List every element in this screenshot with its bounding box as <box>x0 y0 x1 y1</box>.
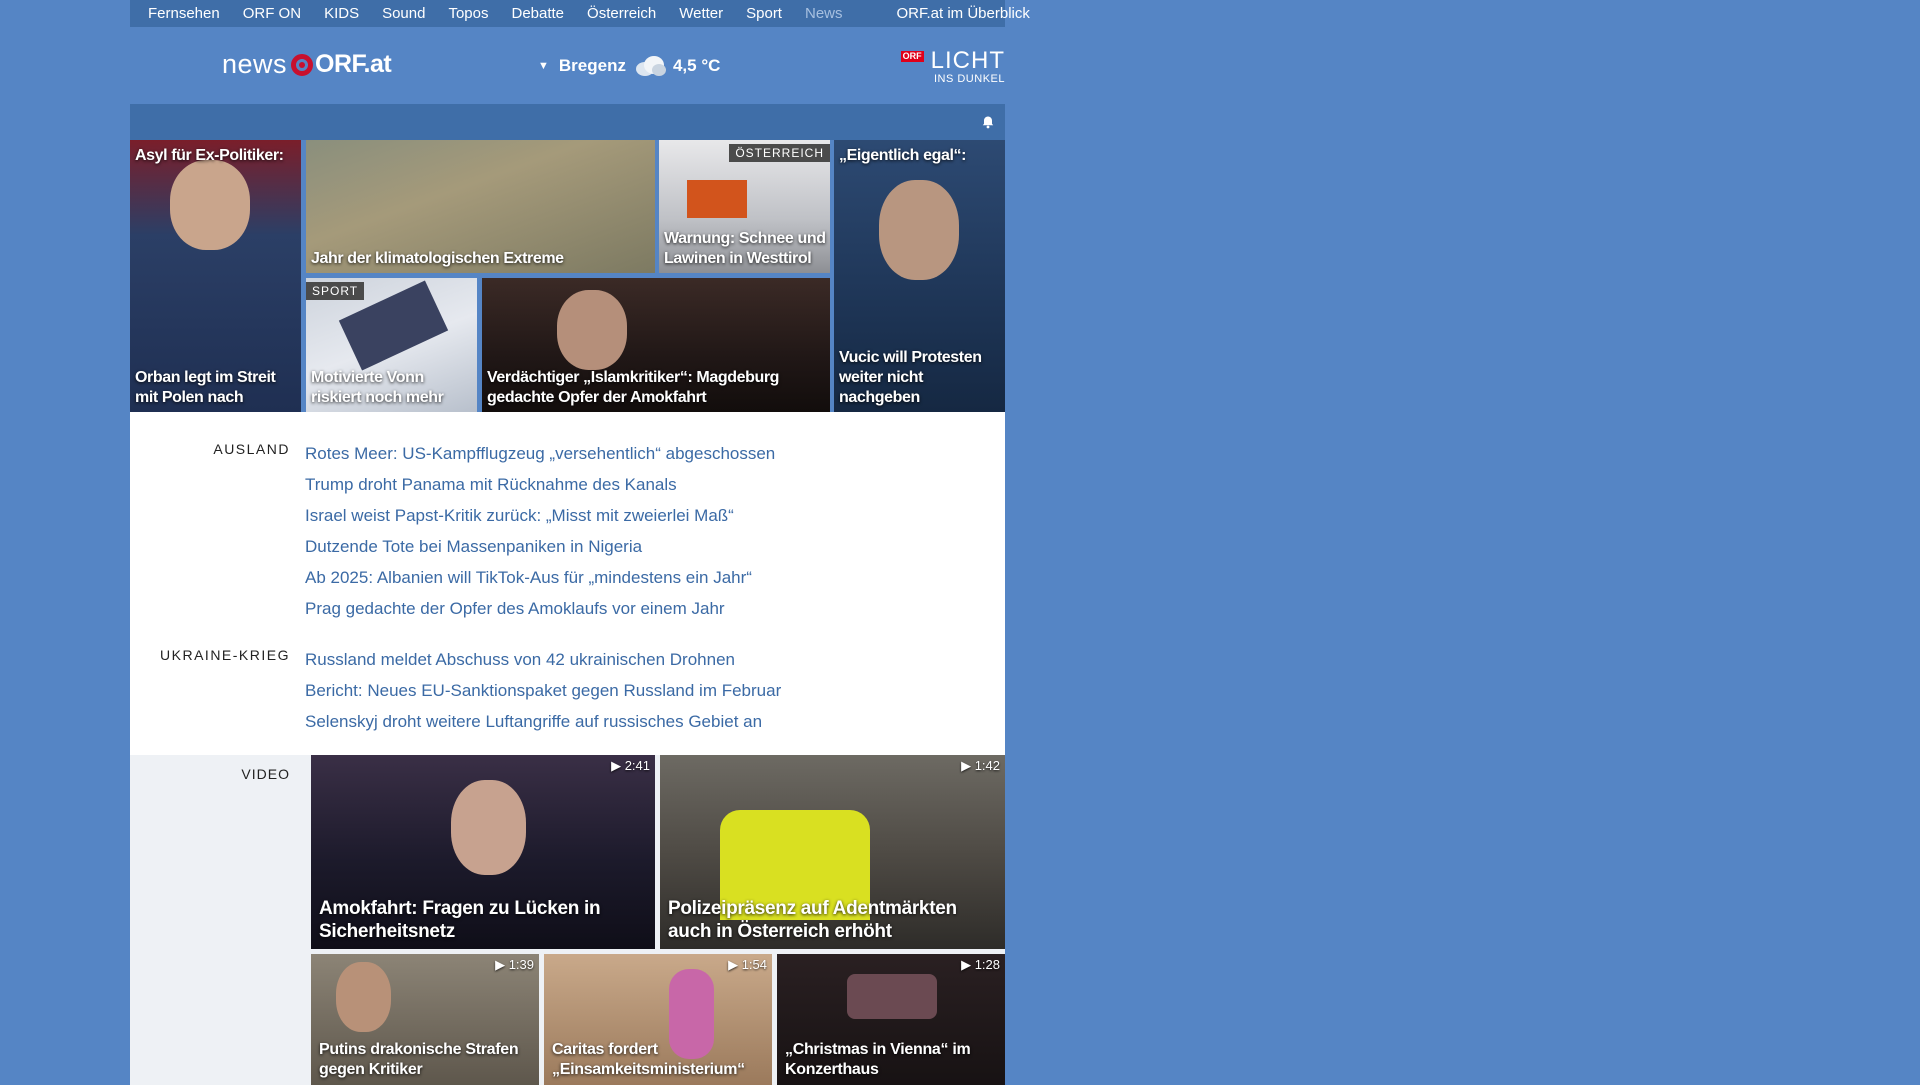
video-tile[interactable]: ▶ 1:42 Polizeipräsenz auf Adentmärkten a… <box>660 755 1005 949</box>
video-tile[interactable]: ▶ 1:28 „Christmas in Vienna“ im Konzerth… <box>777 954 1005 1085</box>
top-navigation: Fernsehen ORF ON KIDS Sound Topos Debatt… <box>130 0 1030 27</box>
section-label: UKRAINE-KRIEG <box>160 647 290 663</box>
section-video: VIDEO ▶ 2:41 Amokfahrt: Fragen zu Lücken… <box>130 755 1005 1085</box>
tile-image <box>687 180 747 218</box>
tile-caption: Orban legt im Streit mit Polen nach <box>135 369 276 406</box>
video-thumbnail <box>451 780 526 875</box>
story-tile-klima[interactable]: Jahr der klimatologischen Extreme <box>306 140 655 273</box>
video-caption: Caritas fordert „Einsamkeitsministerium“ <box>552 1041 745 1078</box>
tile-caption: Motivierte Vonn riskiert noch mehr <box>311 369 444 406</box>
tile-caption: Vucic will Protesten weiter nicht nachge… <box>839 349 982 406</box>
video-tile[interactable]: ▶ 1:54 Caritas fordert „Einsamkeitsminis… <box>544 954 772 1085</box>
duration-text: 1:28 <box>974 957 1000 972</box>
play-icon: ▶ <box>611 758 622 773</box>
video-caption: „Christmas in Vienna“ im Konzerthaus <box>785 1041 971 1078</box>
nav-kids[interactable]: KIDS <box>324 5 359 22</box>
headline-link[interactable]: Selenskyj droht weitere Luftangriffe auf… <box>305 706 781 737</box>
video-caption: Putins drakonische Strafen gegen Kritike… <box>319 1041 519 1078</box>
logo-news-text: news <box>222 49 288 79</box>
cloud-icon <box>635 56 666 76</box>
play-icon: ▶ <box>495 957 506 972</box>
nav-fernsehen[interactable]: Fernsehen <box>148 5 220 22</box>
video-tile[interactable]: ▶ 2:41 Amokfahrt: Fragen zu Lücken in Si… <box>311 755 655 949</box>
weather-widget[interactable]: ▼ Bregenz 4,5 °C <box>538 55 720 77</box>
nav-news[interactable]: News <box>805 5 843 22</box>
tag-sport: SPORT <box>306 282 365 300</box>
tile-image <box>170 160 250 250</box>
tile-kicker: Asyl für Ex-Politiker: <box>135 147 284 164</box>
orf-badge: ORF <box>900 51 924 62</box>
headline-list: Rotes Meer: US-Kampfflugzeug „versehentl… <box>305 438 775 624</box>
nav-sport[interactable]: Sport <box>746 5 782 22</box>
story-tile-vucic[interactable]: „Eigentlich egal“: Vucic will Protesten … <box>834 140 1005 412</box>
tile-image <box>879 180 959 280</box>
ins-dunkel-text: INS DUNKEL <box>933 73 1005 85</box>
nav-topos[interactable]: Topos <box>448 5 488 22</box>
weather-city: Bregenz <box>558 56 626 75</box>
headline-link[interactable]: Dutzende Tote bei Massenpaniken in Niger… <box>305 531 775 562</box>
duration-text: 2:41 <box>624 758 650 773</box>
section-ausland: AUSLAND Rotes Meer: US-Kampfflugzeug „ve… <box>130 438 1005 624</box>
tag-oesterreich: ÖSTERREICH <box>729 144 830 162</box>
video-caption: Polizeipräsenz auf Adentmärkten auch in … <box>668 898 957 942</box>
video-duration: ▶ 2:41 <box>611 758 650 774</box>
headline-link[interactable]: Prag gedachte der Opfer des Amoklaufs vo… <box>305 593 775 624</box>
nav-oesterreich[interactable]: Österreich <box>587 5 656 22</box>
nav-debatte[interactable]: Debatte <box>511 5 564 22</box>
licht-ins-dunkel-logo[interactable]: ORF LICHT INS DUNKEL <box>900 49 1005 85</box>
tile-kicker: „Eigentlich egal“: <box>839 147 967 164</box>
story-tile-schnee[interactable]: ÖSTERREICH Warnung: Schnee und Lawinen i… <box>659 140 830 273</box>
duration-text: 1:54 <box>741 957 767 972</box>
headline-link[interactable]: Russland meldet Abschuss von 42 ukrainis… <box>305 644 781 675</box>
nav-orf-on[interactable]: ORF ON <box>243 5 301 22</box>
orf-eye-icon <box>291 53 314 76</box>
video-tile[interactable]: ▶ 1:39 Putins drakonische Strafen gegen … <box>311 954 539 1085</box>
tile-caption: Verdächtiger „Islamkritiker“: Magdeburg … <box>487 369 780 406</box>
bell-icon[interactable] <box>981 115 995 129</box>
video-duration: ▶ 1:39 <box>495 957 534 973</box>
video-duration: ▶ 1:42 <box>961 758 1000 774</box>
play-icon: ▶ <box>961 957 972 972</box>
headline-link[interactable]: Israel weist Papst-Kritik zurück: „Misst… <box>305 500 775 531</box>
headline-list: Russland meldet Abschuss von 42 ukrainis… <box>305 644 781 737</box>
main-column: Fernsehen ORF ON KIDS Sound Topos Debatt… <box>130 0 1030 1085</box>
video-duration: ▶ 1:28 <box>961 957 1000 973</box>
section-ukraine-krieg: UKRAINE-KRIEG Russland meldet Abschuss v… <box>130 644 1005 737</box>
news-orf-logo[interactable]: news ORF.at <box>222 49 392 80</box>
section-label: VIDEO <box>241 766 290 782</box>
section-label: AUSLAND <box>213 441 290 457</box>
headline-link[interactable]: Ab 2025: Albanien will TikTok-Aus für „m… <box>305 562 775 593</box>
play-icon: ▶ <box>961 758 972 773</box>
video-caption: Amokfahrt: Fragen zu Lücken in Sicherhei… <box>319 898 601 942</box>
duration-text: 1:42 <box>974 758 1000 773</box>
headline-link[interactable]: Bericht: Neues EU-Sanktionspaket gegen R… <box>305 675 781 706</box>
headline-link[interactable]: Rotes Meer: US-Kampfflugzeug „versehentl… <box>305 438 775 469</box>
nav-overview[interactable]: ORF.at im Überblick <box>897 5 1030 22</box>
chevron-down-icon[interactable]: ▼ <box>538 60 549 72</box>
story-tile-orban[interactable]: Asyl für Ex-Politiker: Orban legt im Str… <box>130 140 301 412</box>
tile-caption: Jahr der klimatologischen Extreme <box>311 250 564 267</box>
site-header: news ORF.at ▼ Bregenz 4,5 °C ORF LICHT I… <box>130 27 1005 104</box>
logo-orf-text: ORF.at <box>315 50 392 78</box>
video-thumbnail <box>336 962 391 1032</box>
nav-sound[interactable]: Sound <box>382 5 425 22</box>
tile-image <box>557 290 627 370</box>
nav-wetter[interactable]: Wetter <box>679 5 723 22</box>
video-duration: ▶ 1:54 <box>728 957 767 973</box>
weather-temperature: 4,5 °C <box>672 56 721 75</box>
notification-bar <box>130 104 1005 140</box>
story-tile-vonn[interactable]: SPORT Motivierte Vonn riskiert noch mehr <box>306 278 477 412</box>
play-icon: ▶ <box>728 957 739 972</box>
video-thumbnail <box>847 974 937 1019</box>
top-stories-tiles: Asyl für Ex-Politiker: Orban legt im Str… <box>130 140 1005 412</box>
story-tile-magdeburg[interactable]: Verdächtiger „Islamkritiker“: Magdeburg … <box>482 278 830 412</box>
tile-caption: Warnung: Schnee und Lawinen in Westtirol <box>664 230 826 267</box>
headline-lists: AUSLAND Rotes Meer: US-Kampfflugzeug „ve… <box>130 412 1005 755</box>
duration-text: 1:39 <box>508 957 534 972</box>
headline-link[interactable]: Trump droht Panama mit Rücknahme des Kan… <box>305 469 775 500</box>
